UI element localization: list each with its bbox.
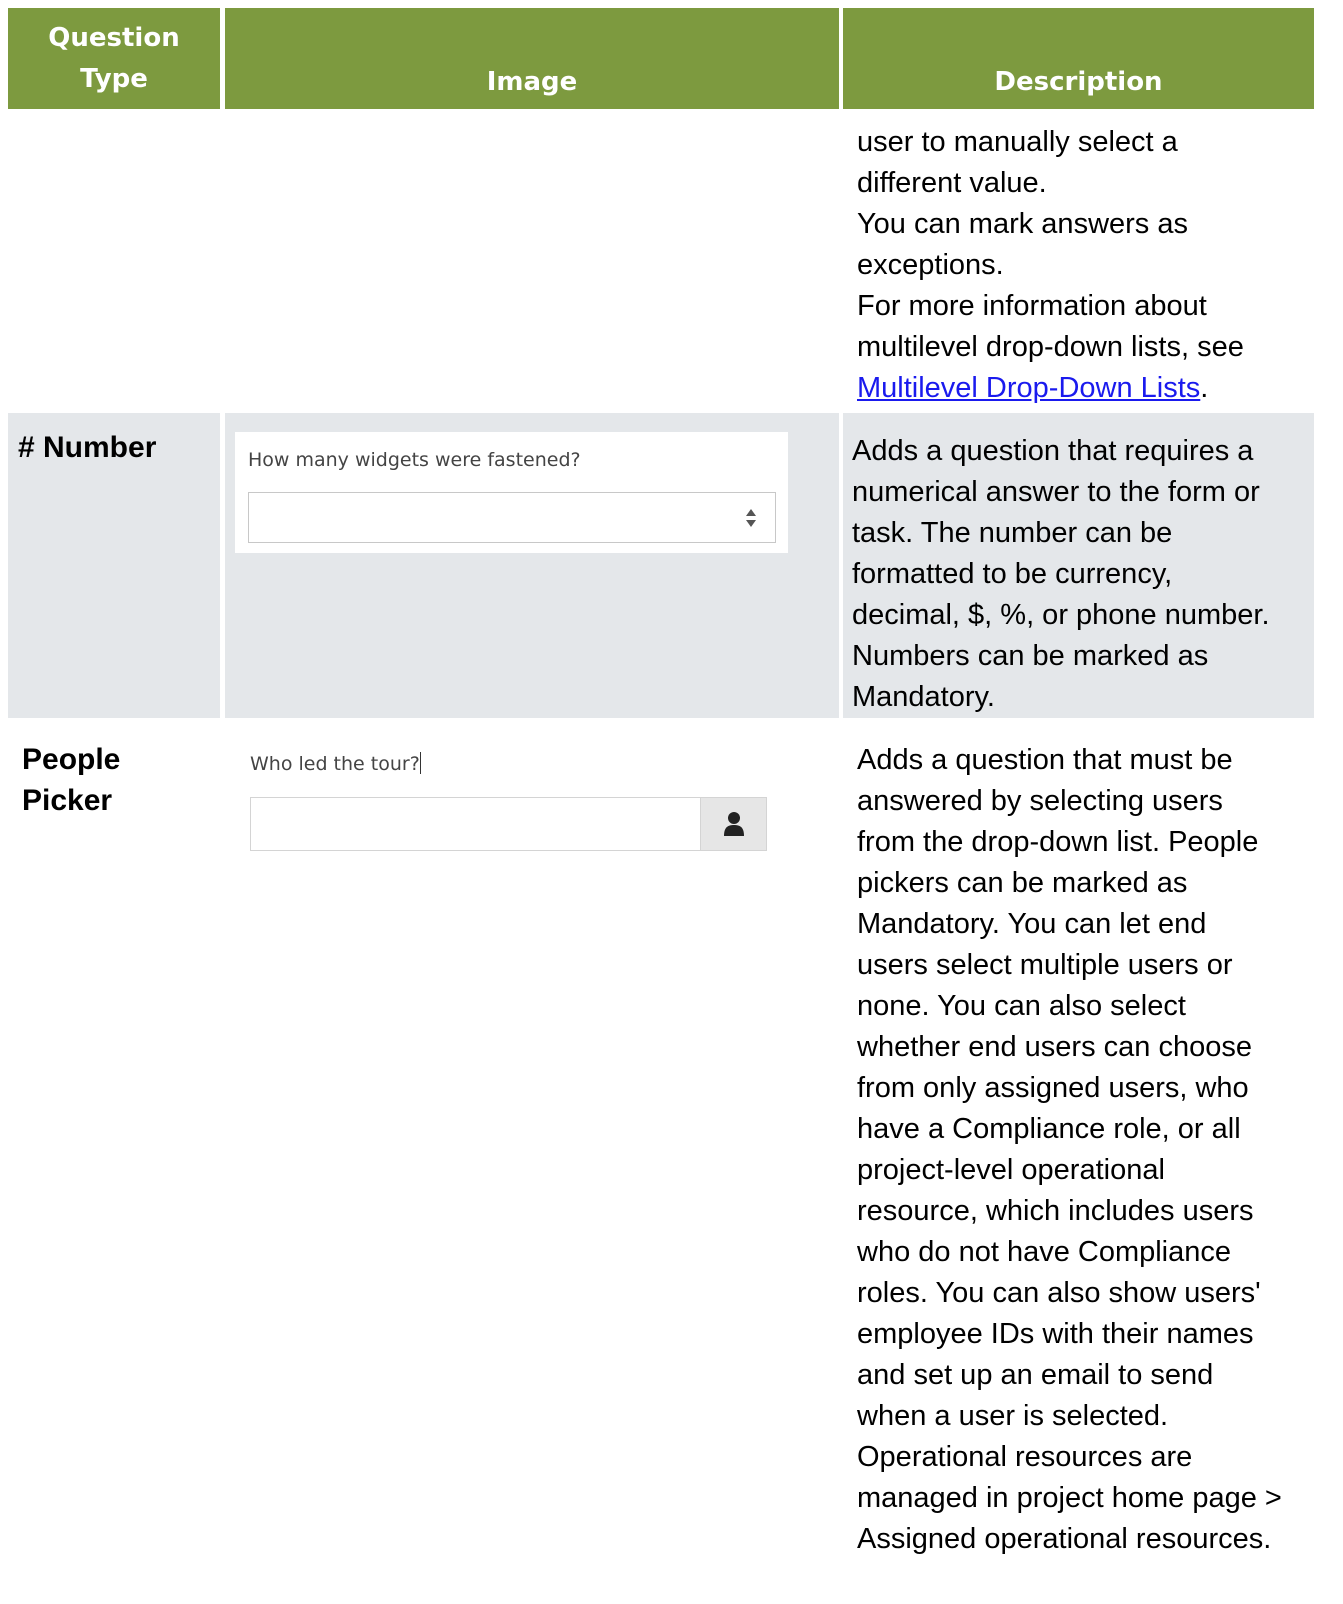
continued-line: For more information about: [857, 290, 1207, 322]
continued-line: different value.: [857, 167, 1047, 199]
people-desc-line: who do not have Compliance: [857, 1236, 1232, 1268]
people-desc-line: from only assigned users, who: [857, 1072, 1249, 1104]
continued-line: multilevel drop-down lists, see: [857, 331, 1244, 363]
people-picker-button[interactable]: [700, 798, 766, 850]
continued-line: user to manually select a: [857, 126, 1178, 158]
person-icon: [724, 812, 744, 836]
people-picker-type-line2: Picker: [22, 784, 113, 817]
people-desc-line: resource, which includes users: [857, 1195, 1254, 1227]
number-input[interactable]: [248, 492, 776, 543]
number-question-preview: How many widgets were fastened?: [235, 432, 788, 553]
people-desc-line: have a Compliance role, or all: [857, 1113, 1241, 1145]
people-desc-line: answered by selecting users: [857, 785, 1223, 817]
people-desc-line: pickers can be marked as: [857, 867, 1188, 899]
people-desc-line: Assigned operational resources.: [857, 1523, 1272, 1555]
number-desc-line: Numbers can be marked as: [852, 640, 1209, 672]
header-description-label: Description: [994, 67, 1163, 97]
people-desc-line: managed in project home page >: [857, 1482, 1282, 1514]
people-desc-line: roles. You can also show users': [857, 1277, 1261, 1309]
header-question-type-line2: Type: [80, 64, 148, 94]
continued-line: exceptions.: [857, 249, 1004, 281]
continued-line: You can mark answers as: [857, 208, 1188, 240]
people-desc-line: Operational resources are: [857, 1441, 1193, 1473]
continued-description: user to manually select a different valu…: [857, 122, 1244, 409]
number-desc-line: task. The number can be: [852, 517, 1173, 549]
number-desc-line: formatted to be currency,: [852, 558, 1173, 590]
number-desc-line: Adds a question that requires a: [852, 435, 1254, 467]
people-desc-line: from the drop-down list. People: [857, 826, 1259, 858]
up-down-spinner-icon[interactable]: [745, 507, 757, 529]
multilevel-dropdown-link[interactable]: Multilevel Drop-Down Lists: [857, 372, 1200, 404]
header-description: Description: [843, 8, 1314, 109]
link-suffix: .: [1200, 372, 1209, 404]
people-picker-type-label: People Picker: [22, 739, 120, 821]
people-desc-line: Adds a question that must be: [857, 744, 1233, 776]
people-desc-line: and set up an email to send: [857, 1359, 1214, 1391]
header-image: Image: [225, 8, 839, 109]
people-desc-line: users select multiple users or: [857, 949, 1233, 981]
number-description: Adds a question that requires a numerica…: [852, 431, 1270, 718]
number-desc-line: numerical answer to the form or: [852, 476, 1260, 508]
number-type-label: # Number: [18, 431, 157, 464]
header-image-label: Image: [486, 67, 578, 97]
number-desc-line: decimal, $, %, or phone number.: [852, 599, 1270, 631]
number-desc-line: Mandatory.: [852, 681, 995, 713]
people-desc-line: Mandatory. You can let end: [857, 908, 1207, 940]
continued-link-line: Multilevel Drop-Down Lists.: [857, 368, 1244, 409]
people-desc-line: none. You can also select: [857, 990, 1186, 1022]
header-question-type-line1: Question: [48, 23, 180, 53]
people-picker-type-line1: People: [22, 743, 121, 776]
people-question-text: Who led the tour?: [250, 753, 420, 775]
people-desc-line: when a user is selected.: [857, 1400, 1169, 1432]
people-desc-line: project-level operational: [857, 1154, 1165, 1186]
number-question-label: How many widgets were fastened?: [248, 449, 581, 471]
header-question-type: Question Type: [8, 8, 220, 109]
people-desc-line: whether end users can choose: [857, 1031, 1252, 1063]
people-question-label: Who led the tour?: [250, 752, 421, 775]
people-picker-input[interactable]: [250, 797, 767, 851]
people-desc-line: employee IDs with their names: [857, 1318, 1254, 1350]
text-cursor: [419, 752, 421, 774]
people-description: Adds a question that must be answered by…: [857, 740, 1282, 1560]
